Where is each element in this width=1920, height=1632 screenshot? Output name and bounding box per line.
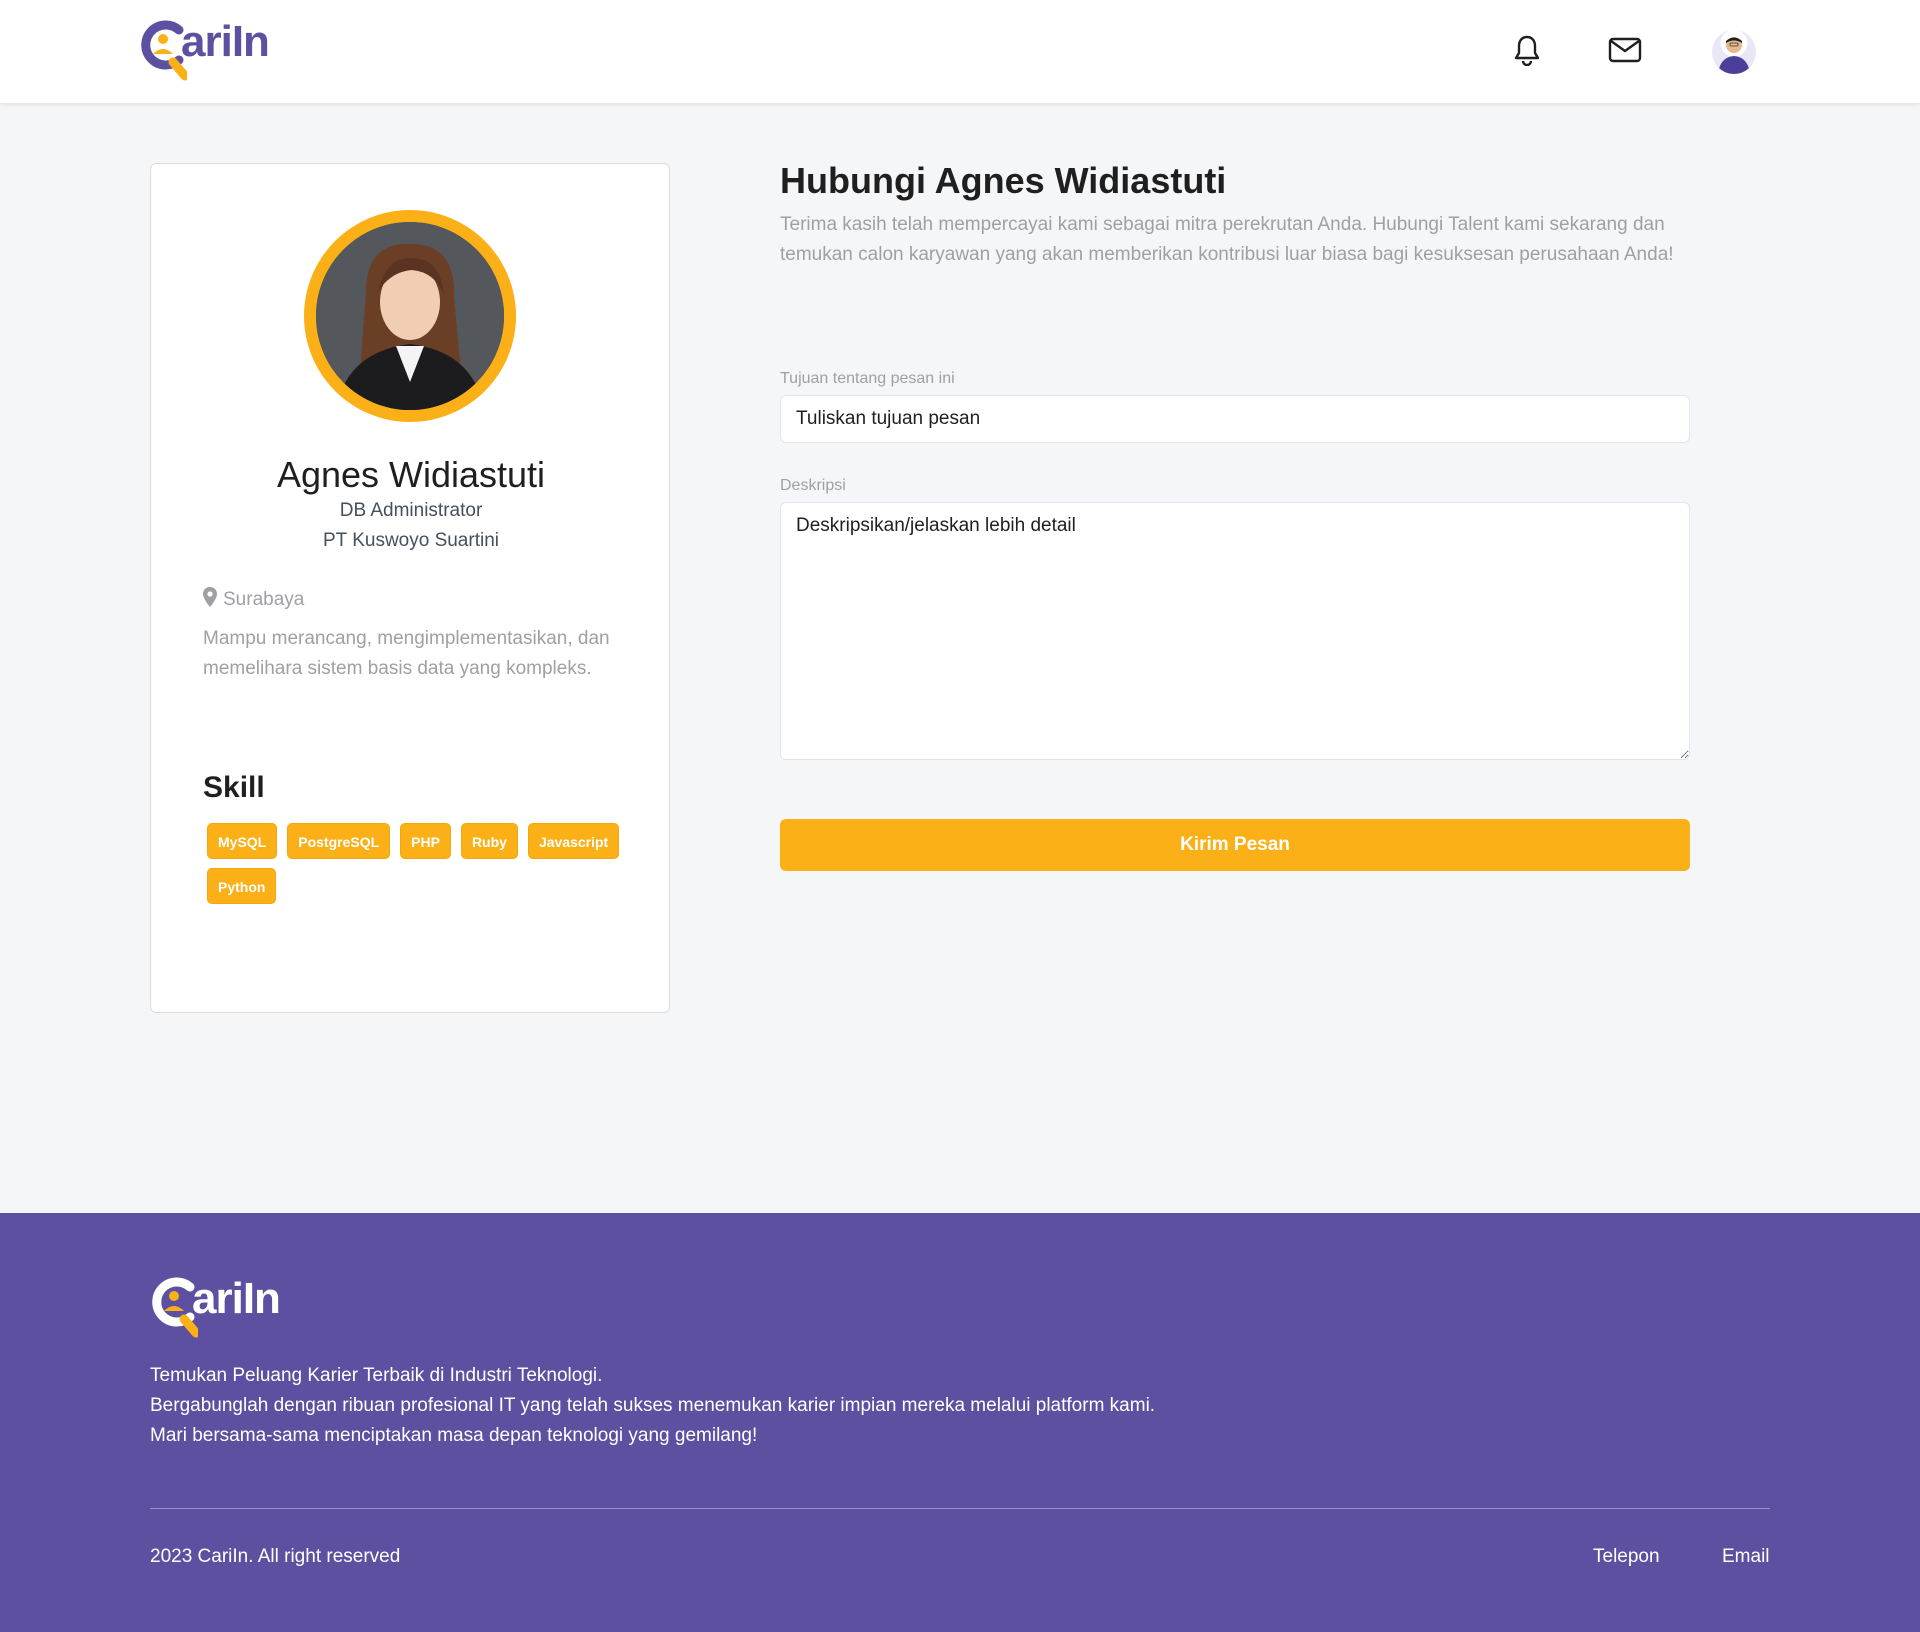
location-text: Surabaya (223, 589, 305, 610)
footer-email-link[interactable]: Email (1722, 1546, 1770, 1568)
skill-heading: Skill (203, 771, 265, 804)
footer-brand-name: ariIn (192, 1274, 281, 1323)
contact-form-title: Hubungi Agnes Widiastuti (780, 160, 1227, 201)
talent-job-title: DB Administrator (339, 500, 483, 521)
skill-badge: Javascript (527, 823, 620, 859)
purpose-label: Tujuan tentang pesan ini (780, 370, 955, 387)
skill-list: MySQL PostgreSQL PHP Ruby Javascript Pyt… (207, 823, 627, 904)
footer-divider (150, 1508, 1770, 1509)
brand-name: ariIn (181, 17, 270, 66)
send-message-button[interactable]: Kirim Pesan (780, 819, 1690, 871)
talent-bio: Mampu merancang, mengimplementasikan, da… (203, 628, 610, 679)
contact-form: Hubungi Agnes Widiastuti Terima kasih te… (780, 160, 1690, 871)
talent-company: PT Kuswoyo Suartini (322, 530, 499, 551)
bell-icon[interactable] (1509, 32, 1545, 68)
skill-badge: Ruby (460, 823, 518, 859)
copyright-text: 2023 CariIn. All right reserved (150, 1546, 401, 1567)
purpose-input[interactable] (780, 395, 1690, 443)
talent-profile-card: Agnes Widiastuti DB Administrator PT Kus… (150, 163, 670, 1013)
magnifier-logo-icon (150, 1275, 201, 1338)
footer-phone-link[interactable]: Telepon (1593, 1546, 1660, 1568)
profile-photo (316, 222, 504, 410)
navbar: ariIn (0, 0, 1920, 103)
skill-badge: MySQL (207, 823, 278, 859)
mail-icon[interactable] (1607, 32, 1643, 68)
contact-form-description: Terima kasih telah mempercayai kami seba… (780, 214, 1674, 265)
profile-photo-ring (304, 210, 516, 422)
map-pin-icon (203, 587, 217, 613)
talent-name: Agnes Widiastuti (276, 454, 546, 495)
footer-tagline-line: Mari bersama-sama menciptakan masa depan… (150, 1425, 758, 1446)
brand-logo[interactable]: ariIn (139, 17, 270, 81)
skill-badge: PostgreSQL (287, 823, 391, 859)
description-textarea[interactable] (780, 502, 1690, 760)
skill-badge: PHP (400, 823, 451, 859)
description-label: Deskripsi (780, 477, 846, 494)
footer-tagline-line: Bergabunglah dengan ribuan profesional I… (150, 1395, 1156, 1416)
footer-brand-logo[interactable]: ariIn (150, 1274, 281, 1338)
footer-tagline: Temukan Peluang Karier Terbaik di Indust… (150, 1361, 1350, 1451)
skill-badge: Python (207, 868, 277, 904)
magnifier-logo-icon (139, 18, 190, 81)
footer: ariIn Temukan Peluang Karier Terbaik di … (0, 1213, 1920, 1632)
user-avatar[interactable] (1712, 30, 1756, 74)
talent-location: Surabaya (203, 587, 304, 613)
footer-tagline-line: Temukan Peluang Karier Terbaik di Indust… (150, 1365, 603, 1386)
